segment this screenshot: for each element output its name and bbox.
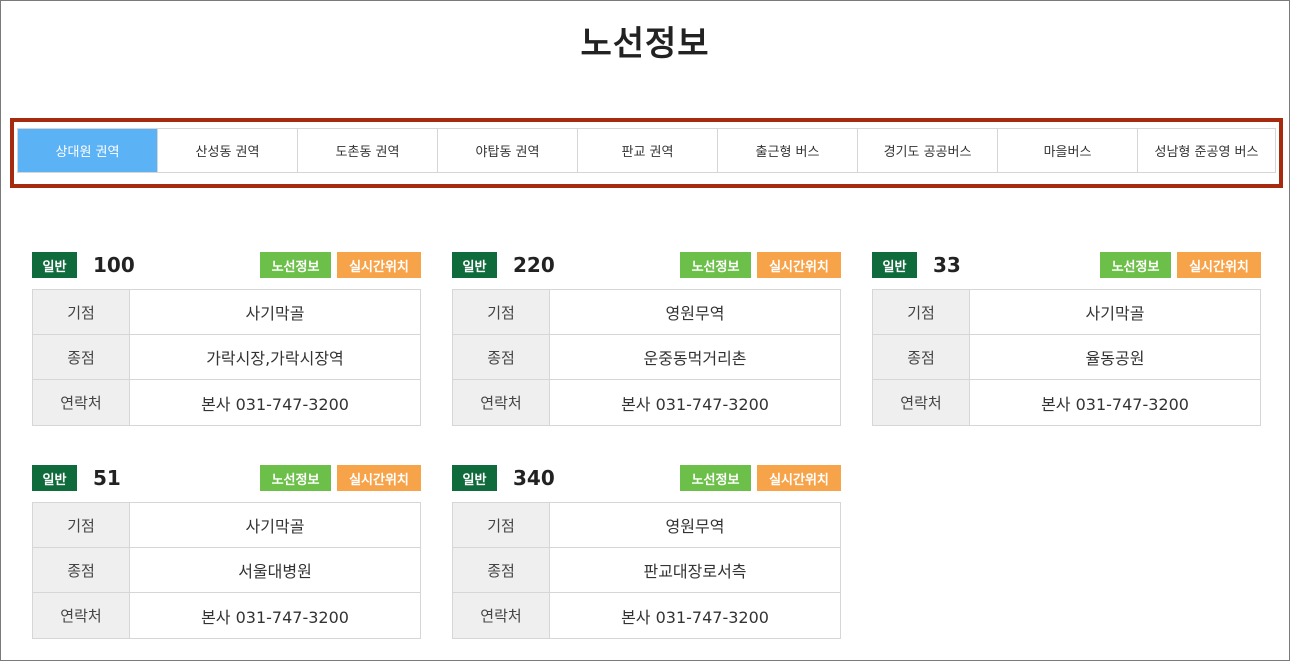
terminus-row: 종점 운중동먹거리촌 xyxy=(453,335,840,380)
origin-row: 기점 영원무역 xyxy=(453,503,840,548)
tab-dochon[interactable]: 도촌동 권역 xyxy=(298,129,438,172)
tab-sangdaewon[interactable]: 상대원 권역 xyxy=(18,129,158,172)
route-number: 340 xyxy=(513,466,555,490)
route-card-header: 일반 340 노선정보 실시간위치 xyxy=(452,464,841,492)
terminus-row: 종점 가락시장,가락시장역 xyxy=(33,335,420,380)
origin-label: 기점 xyxy=(453,290,550,334)
origin-value: 영원무역 xyxy=(665,304,725,323)
tab-pangyo[interactable]: 판교 권역 xyxy=(578,129,718,172)
route-info-button[interactable]: 노선정보 xyxy=(680,252,751,278)
contact-row: 연락처 본사 031-747-3200 xyxy=(33,593,420,638)
contact-label: 연락처 xyxy=(453,593,550,638)
route-card-buttons: 노선정보 실시간위치 xyxy=(260,465,421,491)
route-card: 일반 220 노선정보 실시간위치 기점 영원무역 종점 운중동먹거리촌 연락처… xyxy=(452,251,841,426)
contact-row: 연락처 본사 031-747-3200 xyxy=(453,380,840,425)
terminus-value: 가락시장,가락시장역 xyxy=(206,349,344,368)
contact-value: 본사 031-747-3200 xyxy=(201,607,349,627)
origin-value: 사기막골 xyxy=(1085,304,1145,323)
live-location-button[interactable]: 실시간위치 xyxy=(757,252,841,278)
terminus-row: 종점 판교대장로서측 xyxy=(453,548,840,593)
route-card: 일반 100 노선정보 실시간위치 기점 사기막골 종점 가락시장,가락시장역 … xyxy=(32,251,421,426)
terminus-row: 종점 율동공원 xyxy=(873,335,1260,380)
origin-row: 기점 사기막골 xyxy=(33,290,420,335)
live-location-button[interactable]: 실시간위치 xyxy=(337,465,421,491)
route-info-table: 기점 사기막골 종점 가락시장,가락시장역 연락처 본사 031-747-320… xyxy=(32,289,421,426)
route-info-button[interactable]: 노선정보 xyxy=(680,465,751,491)
route-type-badge: 일반 xyxy=(872,252,917,278)
route-info-table: 기점 사기막골 종점 서울대병원 연락처 본사 031-747-3200 xyxy=(32,502,421,639)
terminus-label: 종점 xyxy=(33,335,130,379)
origin-row: 기점 사기막골 xyxy=(873,290,1260,335)
tab-commute-bus[interactable]: 출근형 버스 xyxy=(718,129,858,172)
route-number: 220 xyxy=(513,253,555,277)
origin-value: 사기막골 xyxy=(245,304,305,323)
terminus-value: 운중동먹거리촌 xyxy=(643,349,747,368)
route-info-button[interactable]: 노선정보 xyxy=(260,465,331,491)
region-tabs: 상대원 권역 산성동 권역 도촌동 권역 야탑동 권역 판교 권역 출근형 버스… xyxy=(17,128,1276,173)
origin-row: 기점 영원무역 xyxy=(453,290,840,335)
live-location-button[interactable]: 실시간위치 xyxy=(757,465,841,491)
route-card-header: 일반 100 노선정보 실시간위치 xyxy=(32,251,421,279)
tab-seongnam-semi-public-bus[interactable]: 성남형 준공영 버스 xyxy=(1138,129,1275,172)
route-card-header: 일반 51 노선정보 실시간위치 xyxy=(32,464,421,492)
origin-row: 기점 사기막골 xyxy=(33,503,420,548)
contact-value: 본사 031-747-3200 xyxy=(621,394,769,414)
route-card-buttons: 노선정보 실시간위치 xyxy=(680,465,841,491)
route-card-buttons: 노선정보 실시간위치 xyxy=(260,252,421,278)
contact-value: 본사 031-747-3200 xyxy=(1041,394,1189,414)
route-type-badge: 일반 xyxy=(32,465,77,491)
tab-gyeonggi-public-bus[interactable]: 경기도 공공버스 xyxy=(858,129,998,172)
contact-label: 연락처 xyxy=(873,380,970,425)
origin-value: 사기막골 xyxy=(245,517,305,536)
tab-yatap[interactable]: 야탑동 권역 xyxy=(438,129,578,172)
contact-row: 연락처 본사 031-747-3200 xyxy=(873,380,1260,425)
route-number: 51 xyxy=(93,466,121,490)
contact-row: 연락처 본사 031-747-3200 xyxy=(453,593,840,638)
route-card-buttons: 노선정보 실시간위치 xyxy=(1100,252,1261,278)
terminus-label: 종점 xyxy=(453,335,550,379)
route-number: 100 xyxy=(93,253,135,277)
terminus-label: 종점 xyxy=(453,548,550,592)
route-info-button[interactable]: 노선정보 xyxy=(1100,252,1171,278)
contact-label: 연락처 xyxy=(453,380,550,425)
route-card: 일반 340 노선정보 실시간위치 기점 영원무역 종점 판교대장로서측 연락처… xyxy=(452,464,841,639)
page-title: 노선정보 xyxy=(580,24,710,64)
route-info-table: 기점 사기막골 종점 율동공원 연락처 본사 031-747-3200 xyxy=(872,289,1261,426)
route-info-table: 기점 영원무역 종점 판교대장로서측 연락처 본사 031-747-3200 xyxy=(452,502,841,639)
route-type-badge: 일반 xyxy=(452,252,497,278)
terminus-value: 율동공원 xyxy=(1085,349,1145,368)
live-location-button[interactable]: 실시간위치 xyxy=(1177,252,1261,278)
origin-value: 영원무역 xyxy=(665,517,725,536)
route-card-header: 일반 220 노선정보 실시간위치 xyxy=(452,251,841,279)
route-info-button[interactable]: 노선정보 xyxy=(260,252,331,278)
origin-label: 기점 xyxy=(33,290,130,334)
terminus-value: 판교대장로서측 xyxy=(643,562,747,581)
route-card-header: 일반 33 노선정보 실시간위치 xyxy=(872,251,1261,279)
route-card: 일반 33 노선정보 실시간위치 기점 사기막골 종점 율동공원 연락처 본사 … xyxy=(872,251,1261,426)
route-info-table: 기점 영원무역 종점 운중동먹거리촌 연락처 본사 031-747-3200 xyxy=(452,289,841,426)
contact-label: 연락처 xyxy=(33,380,130,425)
route-type-badge: 일반 xyxy=(452,465,497,491)
route-type-badge: 일반 xyxy=(32,252,77,278)
origin-label: 기점 xyxy=(453,503,550,547)
tab-sanseong[interactable]: 산성동 권역 xyxy=(158,129,298,172)
tab-village-bus[interactable]: 마을버스 xyxy=(998,129,1138,172)
contact-value: 본사 031-747-3200 xyxy=(621,607,769,627)
contact-label: 연락처 xyxy=(33,593,130,638)
route-card: 일반 51 노선정보 실시간위치 기점 사기막골 종점 서울대병원 연락처 본사… xyxy=(32,464,421,639)
terminus-label: 종점 xyxy=(33,548,130,592)
route-card-buttons: 노선정보 실시간위치 xyxy=(680,252,841,278)
terminus-label: 종점 xyxy=(873,335,970,379)
route-number: 33 xyxy=(933,253,961,277)
origin-label: 기점 xyxy=(33,503,130,547)
terminus-value: 서울대병원 xyxy=(238,562,312,581)
contact-row: 연락처 본사 031-747-3200 xyxy=(33,380,420,425)
contact-value: 본사 031-747-3200 xyxy=(201,394,349,414)
terminus-row: 종점 서울대병원 xyxy=(33,548,420,593)
origin-label: 기점 xyxy=(873,290,970,334)
live-location-button[interactable]: 실시간위치 xyxy=(337,252,421,278)
